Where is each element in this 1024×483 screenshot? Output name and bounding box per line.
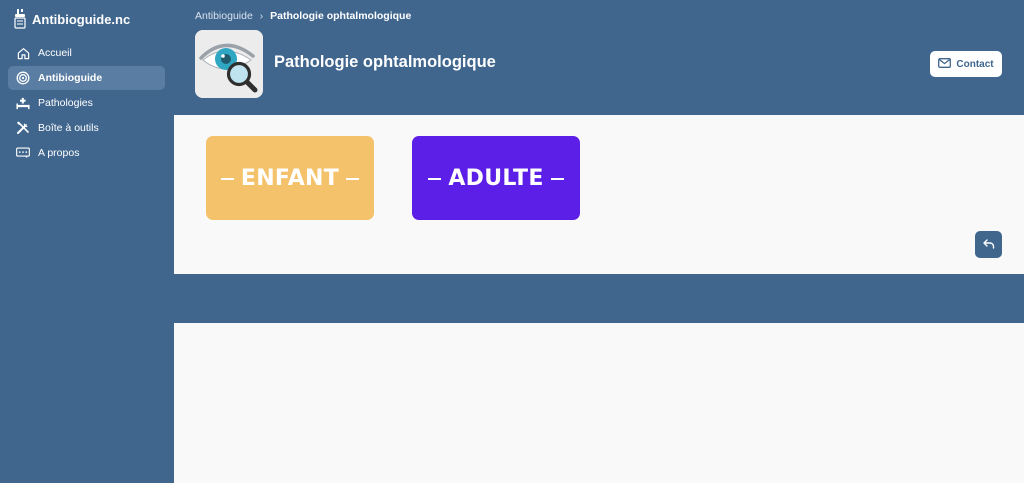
adulte-button-label: ADULTE	[448, 165, 544, 191]
sidebar-item-boite-a-outils[interactable]: Boîte à outils	[8, 116, 165, 140]
sidebar-item-pathologies[interactable]: Pathologies	[8, 91, 165, 115]
adulte-button[interactable]: ADULTE	[412, 136, 580, 220]
sidebar-item-label: Pathologies	[38, 97, 93, 109]
sidebar-item-label: Antibioguide	[38, 72, 103, 84]
brand-name: Antibioguide.nc	[32, 11, 131, 27]
sidebar-item-a-propos[interactable]: A propos	[8, 141, 165, 165]
brand[interactable]: Antibioguide.nc	[14, 9, 130, 29]
dash-left	[428, 177, 442, 180]
hospital-bed-icon	[16, 96, 30, 110]
contact-button-label: Contact	[956, 58, 994, 70]
undo-arrow-icon	[982, 236, 995, 254]
breadcrumb-link-antibioguide[interactable]: Antibioguide	[195, 10, 253, 22]
dash-left	[220, 177, 234, 180]
sidebar-item-label: Accueil	[38, 47, 72, 59]
breadcrumb-current: Pathologie ophtalmologique	[270, 10, 412, 22]
dash-right	[550, 177, 564, 180]
enfant-button[interactable]: ENFANT	[206, 136, 374, 220]
page-title: Pathologie ophtalmologique	[274, 53, 496, 71]
sidebar-item-label: Boîte à outils	[38, 122, 99, 134]
bottle-logo-icon	[14, 9, 26, 29]
sidebar: Antibioguide.nc Accueil Antibioguide Pat…	[0, 0, 174, 483]
footer-band	[174, 274, 1024, 323]
sidebar-item-label: A propos	[38, 147, 80, 159]
target-icon	[16, 71, 30, 85]
sidebar-item-accueil[interactable]: Accueil	[8, 41, 165, 65]
contact-button[interactable]: Contact	[930, 51, 1002, 77]
home-icon	[16, 46, 30, 60]
breadcrumb: Antibioguide › Pathologie ophtalmologiqu…	[195, 10, 411, 22]
page-header: Antibioguide › Pathologie ophtalmologiqu…	[174, 0, 1024, 115]
enfant-button-label: ENFANT	[240, 165, 340, 191]
main-content: ENFANT ADULTE	[174, 115, 1024, 274]
tools-icon	[16, 121, 30, 135]
sidebar-item-antibioguide[interactable]: Antibioguide	[8, 66, 165, 90]
chevron-right-icon: ›	[259, 10, 264, 22]
eye-magnifier-icon	[195, 30, 263, 98]
dash-right	[346, 177, 360, 180]
sidebar-nav: Accueil Antibioguide Pathologies Boîte à…	[8, 41, 165, 166]
back-button[interactable]	[975, 231, 1002, 258]
info-card-icon	[16, 146, 30, 160]
adulte-button-label-wrap: ADULTE	[421, 166, 570, 191]
mail-icon	[938, 55, 952, 73]
enfant-button-label-wrap: ENFANT	[214, 166, 366, 191]
